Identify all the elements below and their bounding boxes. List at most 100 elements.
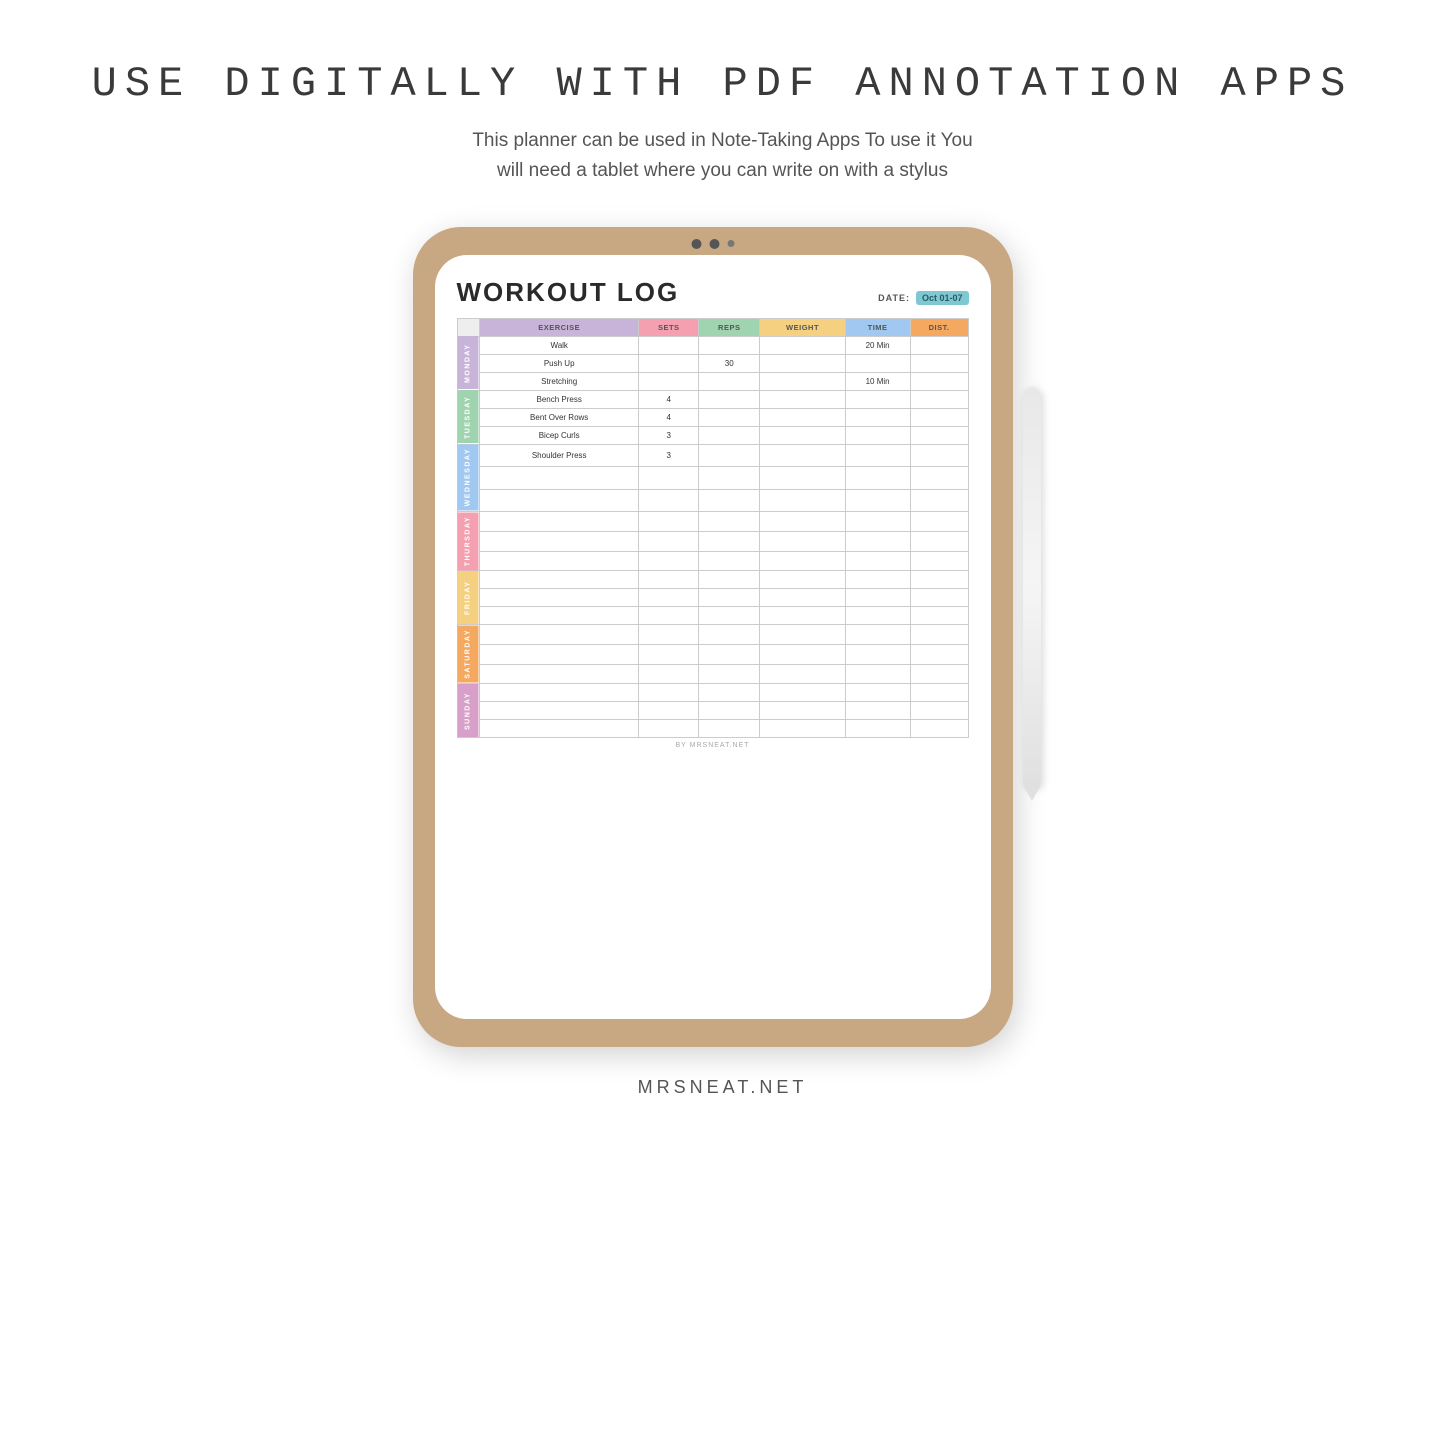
dist-cell <box>910 372 968 390</box>
apple-pencil <box>1023 387 1041 787</box>
sets-cell: 4 <box>639 390 699 408</box>
table-row: Bent Over Rows4 <box>457 408 968 426</box>
tablet-screen: WORKOUT LOG DATE: Oct 01-07 EXERCISE SET… <box>435 255 991 1019</box>
dist-cell <box>910 390 968 408</box>
day-label-saturday: SATURDAY <box>457 625 479 684</box>
weight-cell <box>760 336 845 354</box>
weight-cell <box>760 531 845 551</box>
date-label: DATE: <box>878 293 910 303</box>
weight-cell <box>760 372 845 390</box>
exercise-cell: Push Up <box>479 354 639 372</box>
weight-cell <box>760 644 845 664</box>
dist-cell <box>910 720 968 738</box>
time-cell <box>845 551 910 571</box>
camera-dot-2 <box>709 239 719 249</box>
dist-cell <box>910 684 968 702</box>
tablet-mockup: WORKOUT LOG DATE: Oct 01-07 EXERCISE SET… <box>413 227 1033 1047</box>
time-cell <box>845 467 910 489</box>
weight-cell <box>760 664 845 684</box>
reps-cell <box>699 390 760 408</box>
exercise-cell <box>479 571 639 589</box>
dist-cell <box>910 467 968 489</box>
sets-cell <box>639 607 699 625</box>
weight-cell <box>760 571 845 589</box>
weight-cell <box>760 720 845 738</box>
reps-cell <box>699 702 760 720</box>
exercise-cell <box>479 684 639 702</box>
exercise-cell <box>479 720 639 738</box>
dist-cell <box>910 354 968 372</box>
table-row <box>457 702 968 720</box>
dist-cell <box>910 336 968 354</box>
subtitle: This planner can be used in Note-Taking … <box>472 126 972 187</box>
date-area: DATE: Oct 01-07 <box>878 291 968 305</box>
screen-content: WORKOUT LOG DATE: Oct 01-07 EXERCISE SET… <box>435 255 991 1019</box>
weight-cell <box>760 684 845 702</box>
table-row: Stretching10 Min <box>457 372 968 390</box>
date-value: Oct 01-07 <box>916 291 969 305</box>
sets-cell <box>639 684 699 702</box>
sets-cell <box>639 644 699 664</box>
weight-cell <box>760 512 845 532</box>
th-exercise: EXERCISE <box>479 318 639 336</box>
table-row: Bicep Curls3 <box>457 426 968 444</box>
reps-cell <box>699 372 760 390</box>
reps-cell: 30 <box>699 354 760 372</box>
table-row <box>457 531 968 551</box>
th-reps: REPS <box>699 318 760 336</box>
workout-log-title: WORKOUT LOG <box>457 277 680 308</box>
time-cell <box>845 408 910 426</box>
screen-footer: BY MRSNEAT.NET <box>457 742 969 749</box>
reps-cell <box>699 531 760 551</box>
th-day-spacer <box>457 318 479 336</box>
sets-cell: 3 <box>639 426 699 444</box>
time-cell <box>845 702 910 720</box>
dist-cell <box>910 531 968 551</box>
page-footer-brand: MRSNEAT.NET <box>638 1077 808 1098</box>
sets-cell <box>639 589 699 607</box>
table-row: TUESDAYBench Press4 <box>457 390 968 408</box>
exercise-cell: Bent Over Rows <box>479 408 639 426</box>
table-row <box>457 589 968 607</box>
table-row <box>457 551 968 571</box>
dist-cell <box>910 702 968 720</box>
exercise-cell <box>479 489 639 511</box>
sets-cell <box>639 467 699 489</box>
dist-cell <box>910 664 968 684</box>
dist-cell <box>910 551 968 571</box>
dist-cell <box>910 444 968 466</box>
reps-cell <box>699 426 760 444</box>
time-cell: 10 Min <box>845 372 910 390</box>
dist-cell <box>910 426 968 444</box>
sets-cell: 3 <box>639 444 699 466</box>
weight-cell <box>760 408 845 426</box>
exercise-cell <box>479 664 639 684</box>
reps-cell <box>699 336 760 354</box>
exercise-cell: Bench Press <box>479 390 639 408</box>
sets-cell <box>639 512 699 532</box>
time-cell <box>845 489 910 511</box>
weight-cell <box>760 467 845 489</box>
weight-cell <box>760 444 845 466</box>
table-row: FRIDAY <box>457 571 968 589</box>
weight-cell <box>760 589 845 607</box>
time-cell <box>845 625 910 645</box>
th-weight: WEIGHT <box>760 318 845 336</box>
table-row: THURSDAY <box>457 512 968 532</box>
time-cell <box>845 720 910 738</box>
exercise-cell <box>479 589 639 607</box>
day-label-tuesday: TUESDAY <box>457 390 479 444</box>
dist-cell <box>910 571 968 589</box>
reps-cell <box>699 684 760 702</box>
weight-cell <box>760 551 845 571</box>
workout-log-header: WORKOUT LOG DATE: Oct 01-07 <box>457 277 969 308</box>
sets-cell <box>639 531 699 551</box>
table-row <box>457 467 968 489</box>
table-row <box>457 664 968 684</box>
weight-cell <box>760 625 845 645</box>
dist-cell <box>910 625 968 645</box>
reps-cell <box>699 589 760 607</box>
sets-cell <box>639 354 699 372</box>
reps-cell <box>699 467 760 489</box>
exercise-cell <box>479 702 639 720</box>
